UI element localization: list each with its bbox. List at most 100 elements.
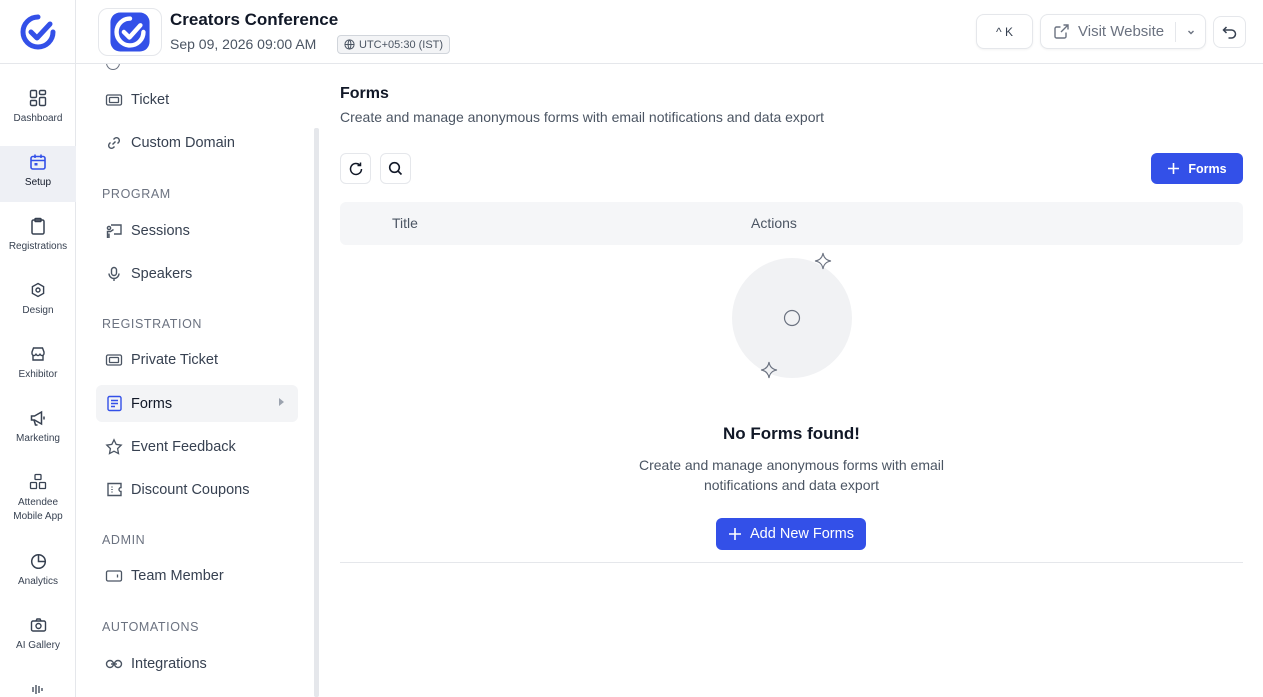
command-palette-button[interactable]: ^ K: [976, 14, 1033, 49]
rail-label: Attendee Mobile App: [13, 497, 63, 522]
visit-website-button[interactable]: Visit Website: [1041, 15, 1175, 48]
globe-icon: [344, 39, 355, 50]
rail-item-registrations[interactable]: Registrations: [0, 210, 76, 266]
sidebar-item-sessions[interactable]: Sessions: [96, 212, 298, 249]
search-icon: [388, 161, 403, 176]
sidebar-item-label: Ticket: [131, 91, 170, 108]
visit-website-label: Visit Website: [1078, 23, 1165, 40]
page-subtitle: Create and manage anonymous forms with e…: [340, 109, 825, 125]
empty-state-title: No Forms found!: [723, 424, 860, 443]
refresh-button[interactable]: [340, 153, 371, 184]
sidebar-item-forms[interactable]: Forms: [96, 385, 298, 422]
section-program: PROGRAM: [102, 187, 171, 201]
search-button[interactable]: [380, 153, 411, 184]
app: Dashboard Setup Registrations Design Exh: [0, 0, 1263, 697]
rail-label: Design: [22, 305, 54, 316]
column-header-title: Title: [392, 215, 418, 231]
star-icon: [105, 437, 123, 456]
rail-item-analytics[interactable]: Analytics: [0, 545, 76, 601]
megaphone-icon: [28, 408, 48, 428]
empty-state-illustration: [732, 252, 852, 379]
section-admin: ADMIN: [102, 533, 146, 547]
add-new-forms-label: Add New Forms: [750, 526, 854, 542]
undo-button[interactable]: [1213, 16, 1246, 48]
timezone-label: UTC+05:30 (IST): [359, 38, 444, 51]
app-logo[interactable]: [0, 0, 75, 64]
rail-label: Exhibitor: [18, 369, 58, 380]
mic-icon: [105, 265, 123, 283]
rail-label: Setup: [24, 177, 52, 188]
sidebar-item-event-feedback[interactable]: Event Feedback: [96, 428, 298, 465]
rail-item-dashboard[interactable]: Dashboard: [0, 82, 76, 138]
calendar-icon: [28, 152, 48, 172]
grid-icon: [28, 88, 48, 108]
rail-item-design[interactable]: Design: [0, 274, 76, 330]
table-header: Title Actions: [340, 202, 1243, 245]
rail-label: Marketing: [16, 433, 60, 444]
sidebar-item-label: Team Member: [131, 567, 224, 584]
rail-item-exhibitor[interactable]: Exhibitor: [0, 338, 76, 394]
ticket-icon: [105, 351, 123, 369]
sparkle-icon: [760, 252, 832, 379]
camera-icon: [28, 615, 48, 635]
event-logo[interactable]: [98, 8, 162, 56]
rail-label: AI Gallery: [16, 640, 60, 651]
rail-label: Analytics: [17, 576, 58, 587]
id-card-icon: [105, 567, 123, 585]
link-icon: [105, 134, 123, 152]
sidebar-item-custom-domain[interactable]: Custom Domain: [96, 124, 298, 161]
rail-item-marketing[interactable]: Marketing: [0, 402, 76, 458]
sidebar-item-label: Sessions: [131, 222, 190, 239]
page-title: Forms: [340, 85, 389, 102]
ticket-icon: [105, 91, 123, 109]
rail-item-more[interactable]: [0, 673, 76, 697]
rail-label: Dashboard: [13, 113, 63, 124]
sidebar-item-label: Event Feedback: [131, 438, 236, 455]
link-icon: [105, 655, 123, 673]
sidebar-item-private-ticket[interactable]: Private Ticket: [96, 341, 298, 378]
coupon-icon: [105, 481, 123, 499]
app-logo-icon: [20, 14, 55, 49]
forms-page: Forms Create and manage anonymous forms …: [320, 64, 1263, 697]
boxes-icon: [28, 472, 48, 492]
sidebar-item-label: Integrations: [131, 655, 207, 672]
event-title: Creators Conference: [170, 10, 339, 29]
rail-item-ai-gallery[interactable]: AI Gallery: [0, 609, 76, 665]
rail-item-setup[interactable]: Setup: [0, 146, 76, 202]
sidebar-item-speakers[interactable]: Speakers: [96, 255, 298, 292]
plus-icon: [729, 528, 742, 540]
event-header: Creators Conference Sep 09, 2026 09:00 A…: [76, 0, 1263, 64]
add-forms-label: Forms: [1188, 161, 1227, 176]
sound-wave-icon: [28, 679, 48, 697]
hexagon-icon: [28, 280, 48, 300]
add-new-forms-button[interactable]: Add New Forms: [716, 518, 866, 550]
add-forms-button[interactable]: Forms: [1151, 153, 1243, 184]
sidebar-item-discount-coupons[interactable]: Discount Coupons: [96, 471, 298, 508]
timezone-badge: UTC+05:30 (IST): [337, 35, 451, 54]
partial-icon: [106, 64, 120, 70]
external-link-icon: [1054, 24, 1069, 39]
presentation-icon: [105, 222, 123, 240]
rail-item-attendee-mobile-app[interactable]: Attendee Mobile App: [0, 466, 76, 530]
sidebar-item-label: Custom Domain: [131, 134, 235, 151]
section-registration: REGISTRATION: [102, 317, 203, 331]
caret-right-icon: [279, 398, 284, 406]
chevron-down-icon: [1187, 30, 1194, 34]
primary-rail: Dashboard Setup Registrations Design Exh: [0, 0, 76, 697]
sidebar-item-label: Private Ticket: [131, 351, 219, 368]
table-bottom-divider: [340, 562, 1243, 563]
pie-chart-icon: [28, 551, 48, 571]
sidebar-item-label: Forms: [131, 395, 173, 412]
sidebar-scrollbar[interactable]: [314, 128, 319, 697]
event-logo-icon: [110, 12, 150, 52]
rail-label: Registrations: [8, 241, 68, 252]
sidebar-item-integrations[interactable]: Integrations: [96, 645, 298, 682]
visit-website-dropdown[interactable]: [1176, 15, 1205, 48]
refresh-icon: [349, 162, 362, 175]
sidebar-item-team-member[interactable]: Team Member: [96, 557, 298, 594]
visit-website-button-group: Visit Website: [1040, 14, 1206, 49]
sidebar-item-ticket[interactable]: Ticket: [96, 81, 298, 118]
sidebar-item-label: Discount Coupons: [131, 481, 250, 498]
event-date: Sep 09, 2026 09:00 AM: [170, 36, 317, 52]
clipboard-icon: [28, 216, 48, 236]
